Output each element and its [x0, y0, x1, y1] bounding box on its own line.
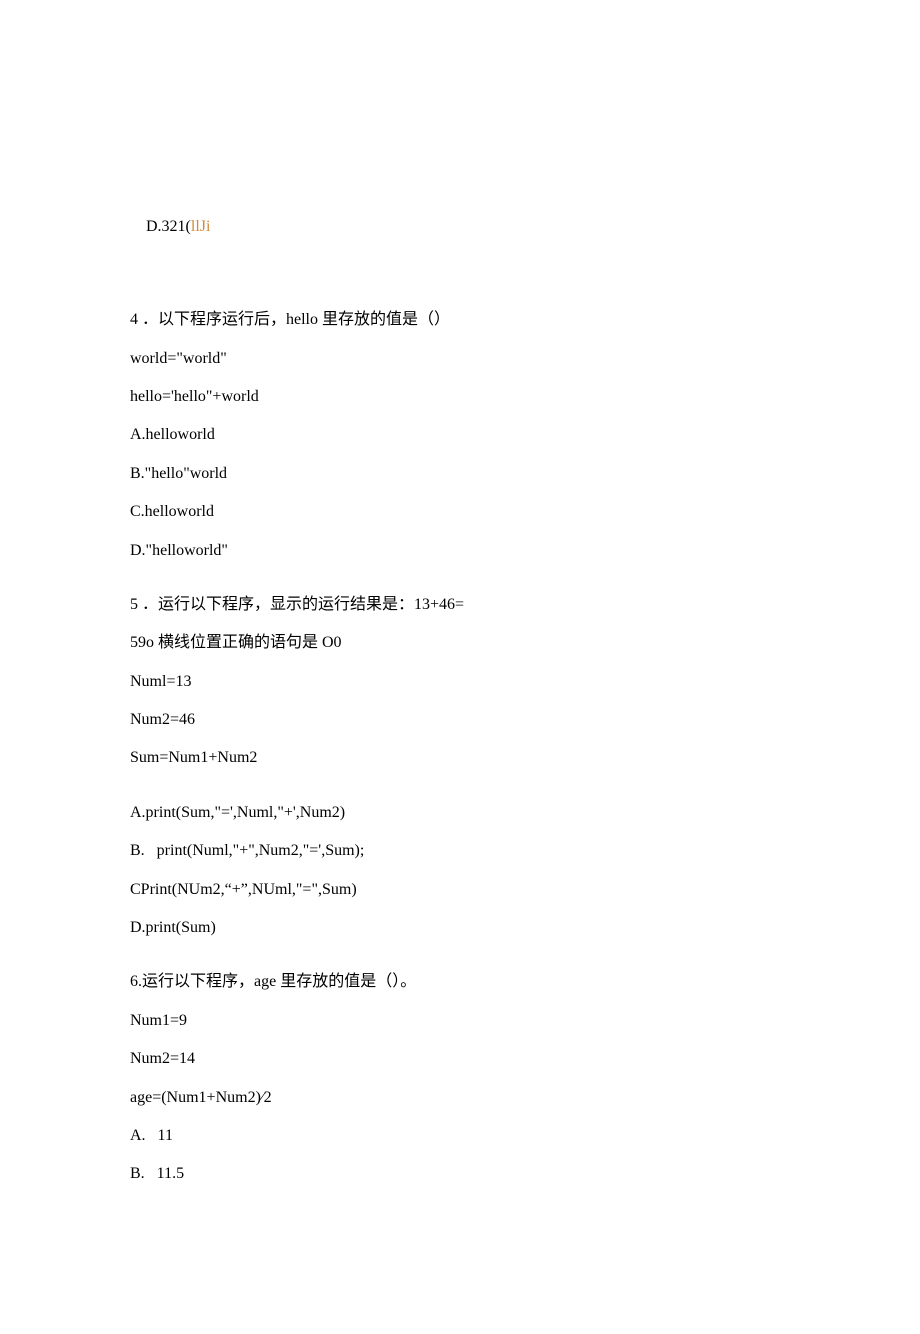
q4-option-c: C.helloworld	[130, 493, 800, 531]
q5-code-3: Sum=Num1+Num2	[130, 739, 800, 777]
q4-option-a: A.helloworld	[130, 416, 800, 454]
q4-code-2: hello='hello"+world	[130, 378, 800, 416]
q5-code-2: Num2=46	[130, 701, 800, 739]
q4-stem: 4 ．以下程序运行后，hello 里存放的值是（）	[130, 301, 800, 339]
blank	[130, 947, 800, 963]
q4-code-1: world="world"	[130, 340, 800, 378]
q3-option-d: D.321(llJi	[130, 170, 800, 285]
q4-option-d: D."helloworld"	[130, 532, 800, 570]
q5-option-c: CPrint(NUm2,“+”,NUml,"=",Sum)	[130, 871, 800, 909]
q6-code-3: age=(Num1+Num2)∕2	[130, 1079, 800, 1117]
q6-stem: 6.运行以下程序，age 里存放的值是（）。	[130, 963, 800, 1001]
q5-option-a: A.print(Sum,"=',Numl,"+',Num2)	[130, 794, 800, 832]
q5-stem-2: 59o 横线位置正确的语句是 O0	[130, 624, 800, 662]
blank	[130, 285, 800, 301]
q5-option-d: D.print(Sum)	[130, 909, 800, 947]
q5-stem-1: 5 ．运行以下程序，显示的运行结果是：13+46=	[130, 586, 800, 624]
q4-option-b: B."hello"world	[130, 455, 800, 493]
q6-option-a: A. 11	[130, 1117, 800, 1155]
q6-option-b: B. 11.5	[130, 1155, 800, 1193]
q5-code-1: Numl=13	[130, 663, 800, 701]
q3-option-d-text: D.321(	[146, 218, 191, 235]
q6-code-2: Num2=14	[130, 1040, 800, 1078]
q5-option-b: B. print(Numl,"+",Num2,"=',Sum);	[130, 832, 800, 870]
blank	[130, 778, 800, 794]
blank	[130, 570, 800, 586]
document-page: D.321(llJi 4 ．以下程序运行后，hello 里存放的值是（） wor…	[0, 0, 920, 1334]
q3-option-d-link: llJi	[191, 218, 211, 235]
q6-code-1: Num1=9	[130, 1002, 800, 1040]
